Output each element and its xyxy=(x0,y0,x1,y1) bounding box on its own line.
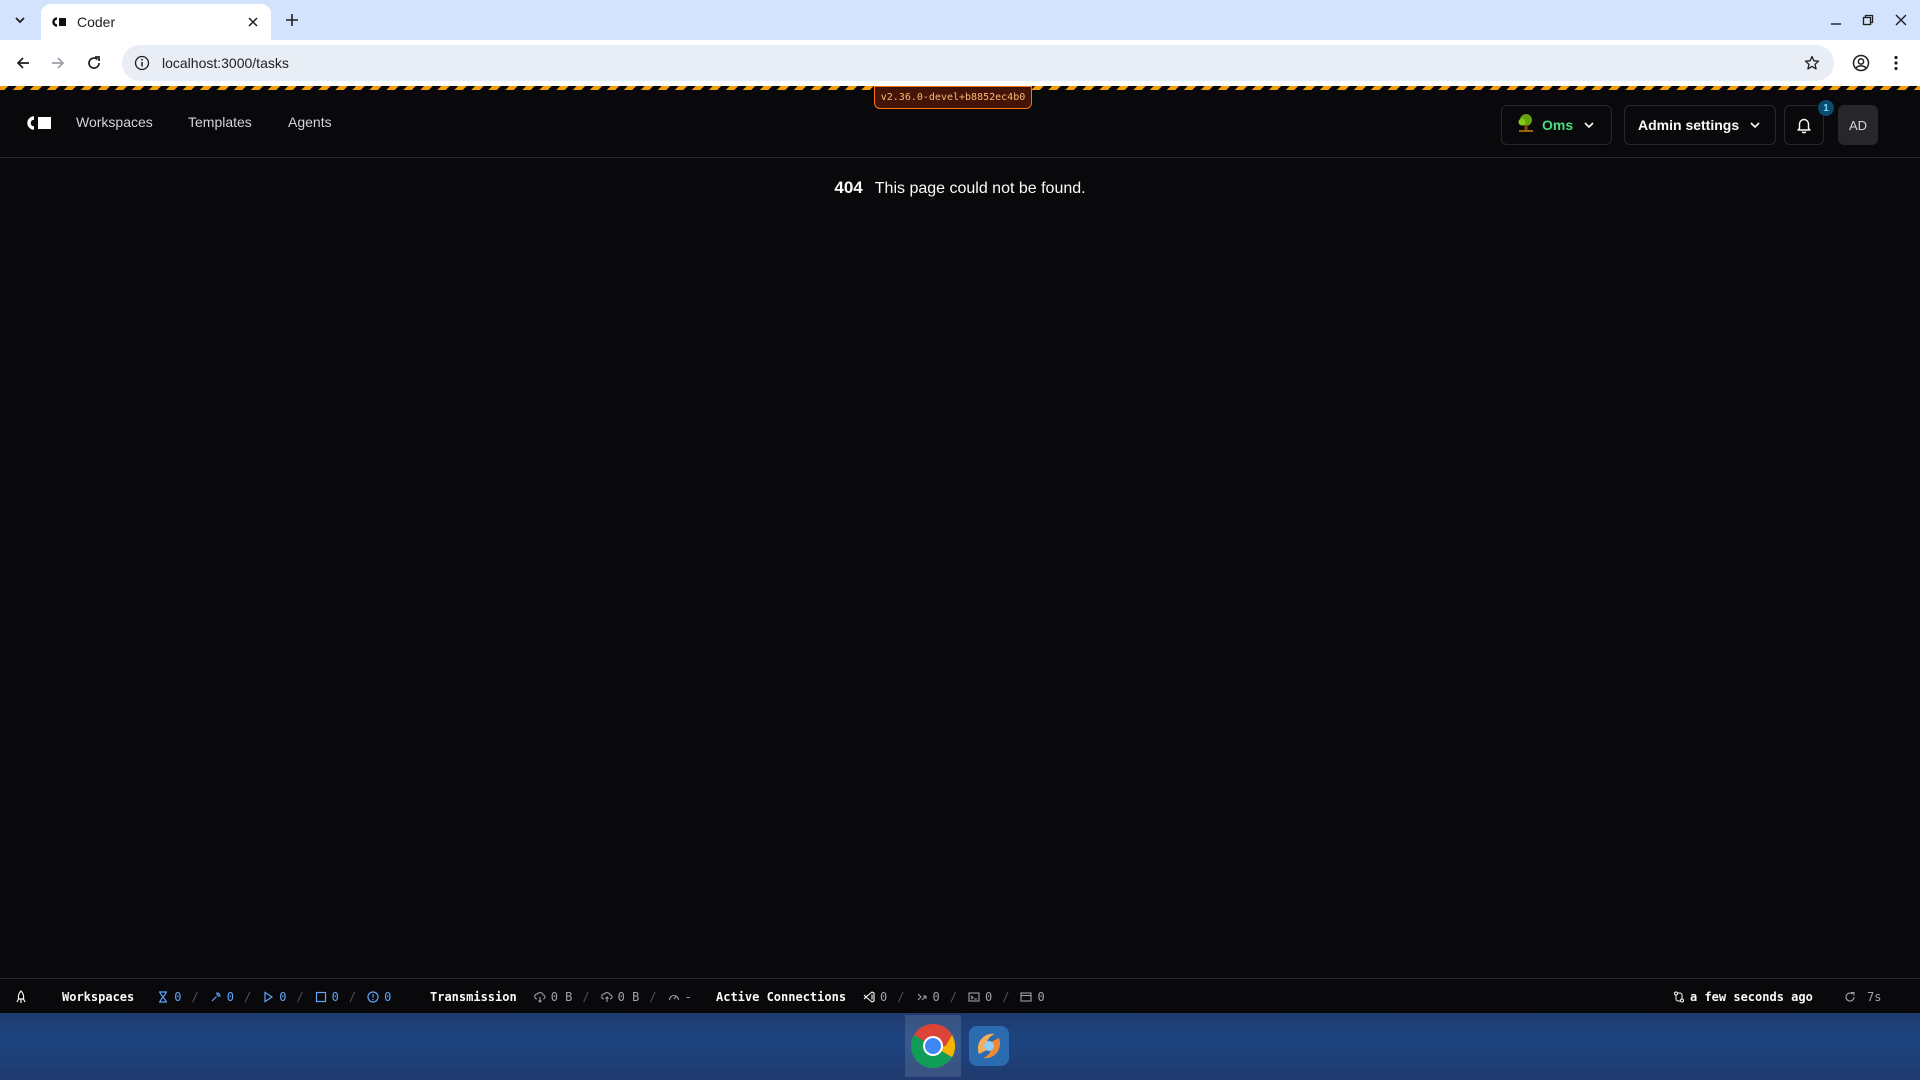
error-code: 404 xyxy=(834,178,863,197)
running-count: 0 xyxy=(279,990,287,1004)
address-bar[interactable]: localhost:3000/tasks xyxy=(122,45,1834,81)
bookmark-star-icon[interactable] xyxy=(1802,53,1822,73)
deployment-banner-icon[interactable] xyxy=(14,990,28,1004)
active-connections-label: Active Connections xyxy=(716,990,847,1004)
terminal-connections: 0 xyxy=(984,990,993,1004)
more-vertical-icon xyxy=(1894,55,1898,71)
admin-settings-label: Admin settings xyxy=(1638,117,1740,133)
app-connections: 0 xyxy=(1037,990,1045,1004)
transmission-label: Transmission xyxy=(430,990,517,1004)
play-icon xyxy=(261,990,275,1004)
minimize-icon xyxy=(1831,23,1841,25)
reload-icon xyxy=(88,56,100,69)
stopped-count: 0 xyxy=(331,990,339,1004)
vscode-connections: 0 xyxy=(880,990,888,1004)
stop-square-icon xyxy=(314,990,328,1004)
organization-selector[interactable]: Oms xyxy=(1501,105,1612,145)
user-avatar[interactable]: AD xyxy=(1838,105,1878,145)
new-tab-button[interactable] xyxy=(280,8,304,32)
last-updated-group: a few seconds ago xyxy=(1672,990,1813,1004)
refresh-button[interactable]: 7s xyxy=(1843,990,1881,1004)
deployment-status-bar: Workspaces 0 / 0 / 0 / 0 / 0 Transmissio… xyxy=(0,978,1920,1013)
arrow-left-icon xyxy=(16,57,29,69)
organization-tree-icon xyxy=(1516,113,1536,138)
os-taskbar xyxy=(0,1013,1920,1080)
plus-icon xyxy=(286,14,298,26)
cloud-upload-icon xyxy=(600,990,614,1004)
browser-tab-coder[interactable]: Coder xyxy=(41,4,271,40)
ssh-icon xyxy=(915,990,929,1004)
close-window-button[interactable] xyxy=(1889,10,1913,30)
cloud-download-icon xyxy=(533,990,547,1004)
close-tab-icon[interactable] xyxy=(245,14,261,30)
chevron-down-icon xyxy=(1750,122,1760,129)
notification-count-badge: 1 xyxy=(1818,100,1834,116)
organization-name: Oms xyxy=(1542,117,1574,133)
latency-value: - xyxy=(684,990,692,1004)
coder-app: Workspaces Templates Agents Oms Admin se… xyxy=(0,86,1920,1013)
coder-favicon-icon xyxy=(51,14,67,30)
pending-count: 0 xyxy=(174,990,182,1004)
download-amount: 0 B xyxy=(550,990,573,1004)
refresh-countdown: 7s xyxy=(1867,990,1882,1004)
transmission-status-group: Transmission 0 B / 0 B / - xyxy=(430,990,692,1004)
reload-button[interactable] xyxy=(82,51,106,75)
git-compare-icon xyxy=(1672,990,1686,1004)
workspaces-status-label: Workspaces xyxy=(62,990,135,1004)
minimize-button[interactable] xyxy=(1824,10,1848,30)
nav-agents[interactable]: Agents xyxy=(288,114,332,130)
arrow-right-icon xyxy=(52,57,65,69)
account-circle-icon xyxy=(1852,54,1870,72)
profile-button[interactable] xyxy=(1849,51,1873,75)
taskbar-app-launcher[interactable] xyxy=(961,1015,1017,1077)
ssh-connections: 0 xyxy=(932,990,940,1004)
chevron-down-icon xyxy=(1584,122,1594,129)
starting-count: 0 xyxy=(226,990,234,1004)
nav-workspaces[interactable]: Workspaces xyxy=(76,114,153,130)
chevron-down-icon xyxy=(15,17,25,24)
forward-button[interactable] xyxy=(46,51,70,75)
alert-circle-icon xyxy=(366,990,380,1004)
back-button[interactable] xyxy=(11,51,35,75)
workspaces-status-group: Workspaces 0 / 0 / 0 / 0 / 0 xyxy=(62,990,392,1004)
admin-settings-button[interactable]: Admin settings xyxy=(1624,105,1776,145)
not-found-message: 404 This page could not be found. xyxy=(0,178,1920,198)
coder-logo-icon[interactable] xyxy=(24,113,52,133)
browser-menu-button[interactable] xyxy=(1884,51,1908,75)
url-text[interactable]: localhost:3000/tasks xyxy=(162,55,289,71)
vscode-icon xyxy=(862,990,876,1004)
upload-amount: 0 B xyxy=(617,990,640,1004)
site-info-icon[interactable] xyxy=(132,53,152,73)
chrome-icon xyxy=(910,1024,955,1069)
tab-search-button[interactable] xyxy=(8,8,32,32)
tab-title: Coder xyxy=(77,14,116,30)
terminal-icon xyxy=(967,990,981,1004)
error-text: This page could not be found. xyxy=(874,180,1086,197)
bell-icon xyxy=(1797,118,1811,134)
last-updated-text: a few seconds ago xyxy=(1690,990,1813,1004)
browser-toolbar: localhost:3000/tasks xyxy=(0,40,1920,86)
close-icon xyxy=(1895,14,1907,26)
failed-count: 0 xyxy=(384,990,392,1004)
hourglass-icon xyxy=(156,990,170,1004)
restore-button[interactable] xyxy=(1856,10,1880,30)
wrench-icon xyxy=(209,990,223,1004)
refresh-icon xyxy=(1843,990,1857,1004)
taskbar-chrome[interactable] xyxy=(905,1015,961,1077)
version-badge[interactable]: v2.36.0-devel+b8852ec4b0 xyxy=(874,86,1032,109)
nav-templates[interactable]: Templates xyxy=(188,114,252,130)
restore-icon xyxy=(1862,14,1874,26)
gauge-icon xyxy=(667,990,681,1004)
app-window-icon xyxy=(1019,990,1033,1004)
active-connections-group: Active Connections 0 / 0 / 0 / 0 xyxy=(716,990,1045,1004)
browser-tabbar: Coder xyxy=(0,0,1920,40)
app-launcher-icon xyxy=(969,1026,1009,1066)
